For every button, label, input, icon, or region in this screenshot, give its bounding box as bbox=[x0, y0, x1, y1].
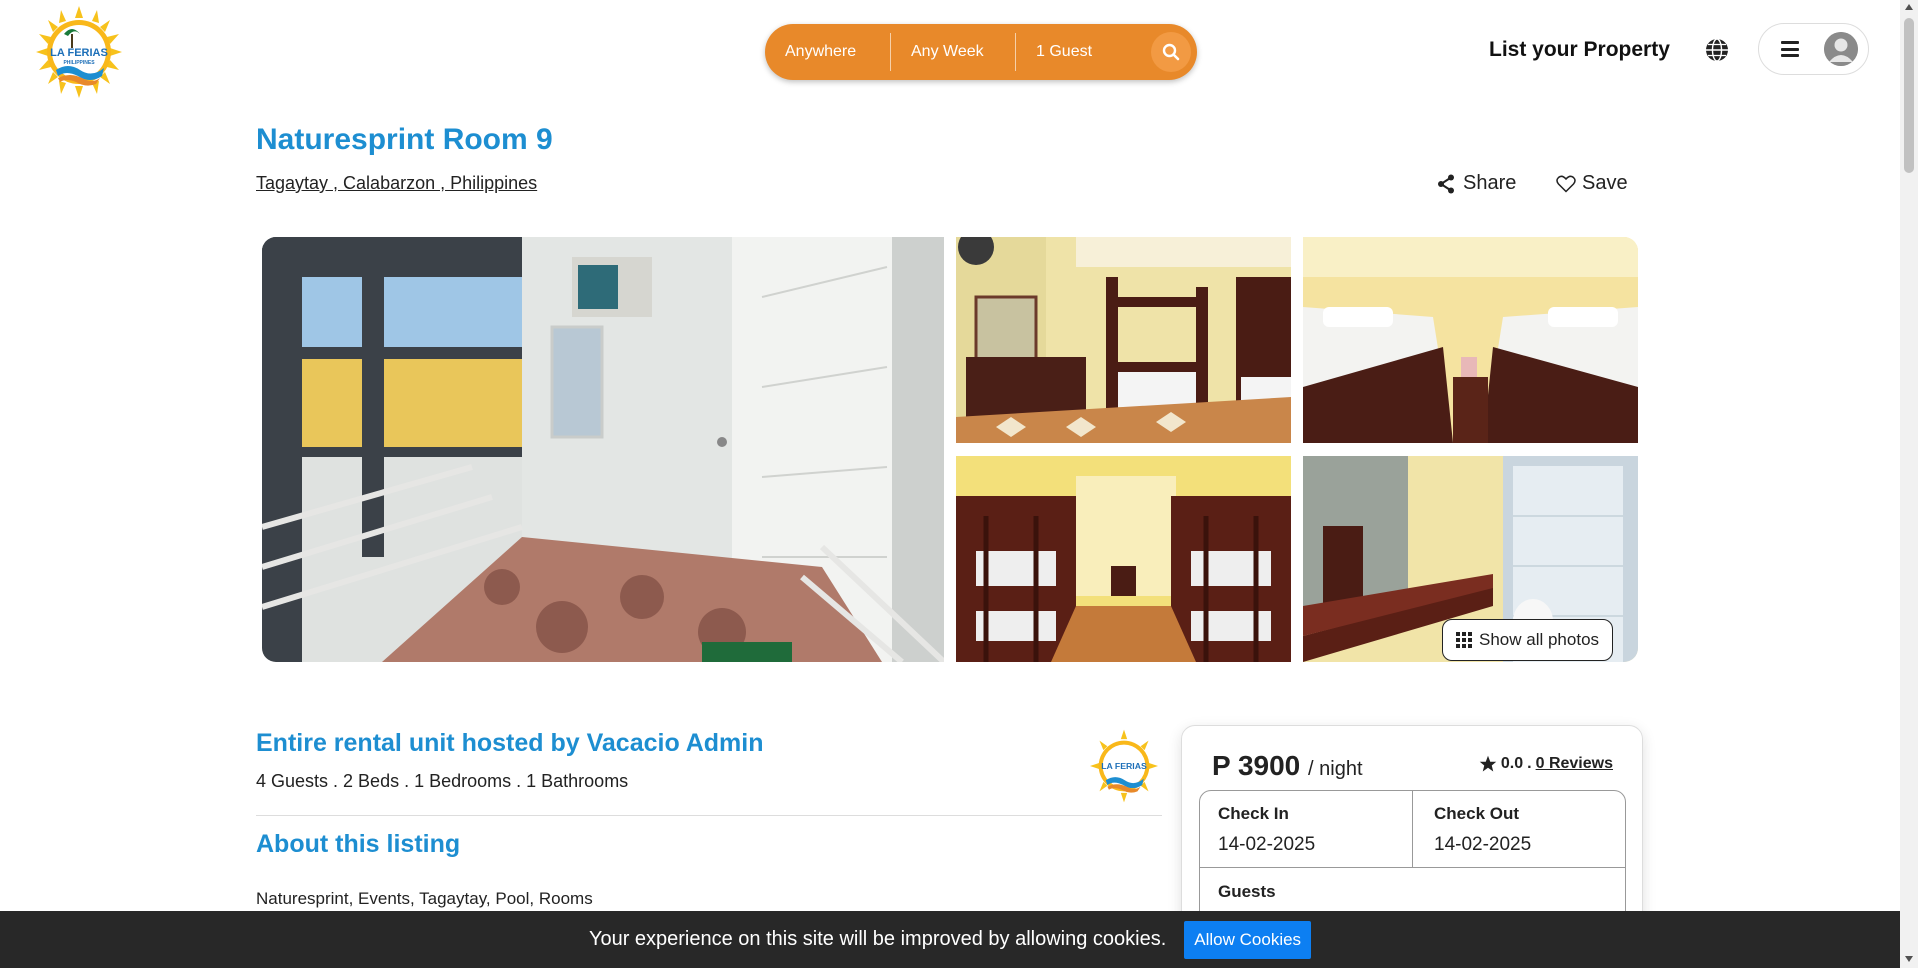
price: P 3900 / night bbox=[1212, 750, 1363, 782]
photo-bunk-room[interactable] bbox=[956, 237, 1291, 443]
listing-location-link[interactable]: Tagaytay , Calabarzon , Philippines bbox=[256, 173, 537, 194]
svg-text:LA FERIAS: LA FERIAS bbox=[50, 47, 108, 59]
price-amount: P 3900 bbox=[1212, 750, 1301, 781]
main-photo[interactable] bbox=[262, 237, 944, 662]
save-label: Save bbox=[1582, 172, 1628, 194]
photo-top-bunks[interactable] bbox=[1303, 237, 1638, 443]
svg-text:LA FERIAS: LA FERIAS bbox=[1101, 761, 1147, 771]
listing-capacity: 4 Guests . 2 Beds . 1 Bedrooms . 1 Bathr… bbox=[256, 771, 629, 791]
language-button[interactable] bbox=[1704, 37, 1730, 63]
svg-text:PHILIPPINES: PHILIPPINES bbox=[63, 60, 95, 66]
check-in-label: Check In bbox=[1218, 804, 1289, 823]
search-icon bbox=[1162, 43, 1180, 61]
menu-icon bbox=[1781, 41, 1799, 57]
photo-gallery bbox=[262, 237, 1638, 662]
page-scrollbar[interactable] bbox=[1900, 0, 1918, 968]
listing-title: Naturesprint Room 9 bbox=[256, 123, 553, 156]
about-text: Naturesprint, Events, Tagaytay, Pool, Ro… bbox=[256, 889, 593, 908]
check-out-label: Check Out bbox=[1434, 804, 1520, 823]
save-button[interactable]: Save bbox=[1556, 172, 1628, 195]
scroll-up-arrow-icon[interactable] bbox=[1905, 4, 1913, 10]
scroll-down-arrow-icon[interactable] bbox=[1905, 956, 1913, 962]
section-divider bbox=[256, 815, 1162, 816]
site-logo[interactable]: LA FERIAS PHILIPPINES bbox=[34, 4, 124, 100]
search-guests[interactable]: 1 Guest bbox=[1015, 33, 1135, 71]
about-title: About this listing bbox=[256, 830, 461, 858]
show-all-photos-label: Show all photos bbox=[1479, 630, 1600, 649]
guests-label: Guests bbox=[1218, 882, 1276, 901]
grid-icon bbox=[1456, 632, 1472, 648]
show-all-photos-button[interactable]: Show all photos bbox=[1442, 619, 1614, 661]
reviews-link[interactable]: 0 Reviews bbox=[1536, 755, 1613, 773]
rating-value: 0.0 bbox=[1500, 755, 1524, 772]
host-avatar[interactable]: LA FERIAS bbox=[1086, 728, 1162, 804]
cookie-message: Your experience on this site will be imp… bbox=[588, 928, 1167, 950]
rating-separator: . bbox=[1527, 755, 1532, 772]
rating: 0.0 . 0 Reviews bbox=[1479, 755, 1613, 773]
scrollbar-thumb[interactable] bbox=[1904, 18, 1914, 173]
price-per-night: / night bbox=[1308, 758, 1363, 780]
share-icon bbox=[1438, 174, 1454, 193]
cookie-banner: Your experience on this site will be imp… bbox=[0, 911, 1900, 968]
star-icon bbox=[1479, 755, 1497, 772]
check-in-value: 14-02-2025 bbox=[1218, 834, 1316, 855]
allow-cookies-button[interactable]: Allow Cookies bbox=[1184, 920, 1312, 959]
photo-two-bunks[interactable] bbox=[956, 456, 1291, 662]
check-in-field[interactable]: Check In 14-02-2025 bbox=[1200, 791, 1413, 867]
list-property-link[interactable]: List your Property bbox=[1489, 38, 1670, 62]
search-bar[interactable]: Anywhere Any Week 1 Guest bbox=[765, 24, 1197, 80]
share-button[interactable]: Share bbox=[1437, 172, 1516, 195]
share-label: Share bbox=[1463, 172, 1517, 194]
check-out-value: 14-02-2025 bbox=[1434, 834, 1532, 855]
globe-icon bbox=[1706, 38, 1728, 62]
top-header: LA FERIAS PHILIPPINES Anywhere Any Week … bbox=[0, 0, 1900, 100]
user-menu-button[interactable] bbox=[1758, 23, 1869, 75]
host-title: Entire rental unit hosted by Vacacio Adm… bbox=[256, 729, 764, 757]
search-button[interactable] bbox=[1151, 32, 1191, 72]
heart-icon bbox=[1556, 175, 1576, 193]
guests-field[interactable]: Guests bbox=[1200, 867, 1625, 916]
user-avatar-icon bbox=[1824, 32, 1858, 66]
search-where[interactable]: Anywhere bbox=[765, 33, 890, 71]
search-when[interactable]: Any Week bbox=[890, 33, 1015, 71]
check-out-field[interactable]: Check Out 14-02-2025 bbox=[1413, 791, 1627, 867]
